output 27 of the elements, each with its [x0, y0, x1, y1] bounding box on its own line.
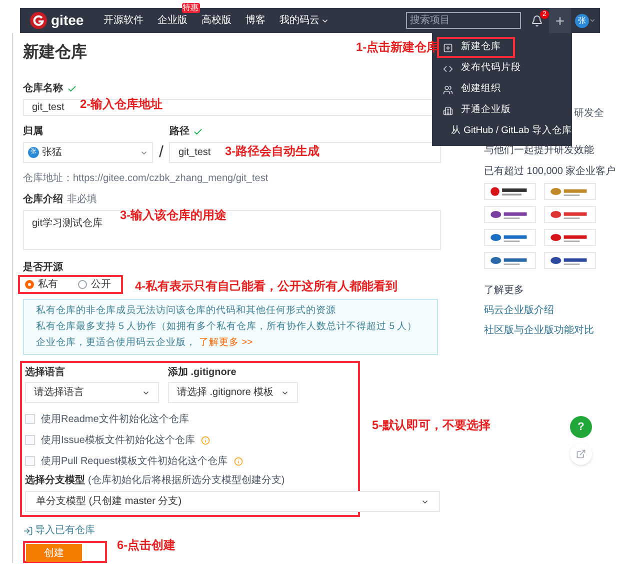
- field-label: 选择分支模型: [25, 474, 85, 488]
- field-label: 添加 .gitignore: [168, 366, 238, 380]
- notice-text: 企业仓库，更适合使用码云企业版， 了解更多 >>: [36, 337, 254, 349]
- field-label: 仓库名称: [23, 81, 63, 96]
- field-label: 路径: [169, 124, 190, 140]
- repository-address: 仓库地址：https://gitee.com/czbk_zhang_meng/git_test: [23, 172, 270, 186]
- annotation-text: 3-路径会自动生成: [225, 143, 320, 160]
- field-hint: (仓库初始化后将根据所选分支模型创建分支): [88, 474, 285, 488]
- annotation-text: 1-点击新建仓库: [356, 39, 439, 56]
- field-label: 是否开源: [23, 260, 64, 275]
- annotation-text: 5-默认即可，不要选择: [372, 417, 491, 434]
- promo-badge: 特惠: [182, 3, 200, 13]
- optional-hint: 非必填: [67, 192, 97, 208]
- path-separator: /: [158, 143, 164, 164]
- annotation-text: 2-输入仓库地址: [80, 96, 163, 113]
- customers-text: 已有超过 100,000 家企业客户: [484, 164, 614, 179]
- field-label: 归属: [23, 124, 44, 140]
- page-title: 新建仓库: [23, 42, 87, 63]
- field-label: 选择语言: [25, 365, 66, 380]
- learn-more-heading: 了解更多: [484, 284, 525, 298]
- cut-text: 研发全: [574, 107, 604, 121]
- notice-text: 私有仓库的非仓库成员无法访问该仓库的代码和其他任何形式的资源: [36, 305, 337, 317]
- notice-text: 私有仓库最多支持 5 人协作（如拥有多个私有仓库，所有协作人数总计不得超过 5 人）: [36, 321, 418, 333]
- field-label: 仓库介绍: [23, 192, 63, 208]
- annotation-text: 3-输入该仓库的用途: [120, 207, 227, 224]
- annotation-text: 4-私有表示只有自己能看，公开这所有人都能看到: [135, 278, 398, 295]
- annotation-text: 6-点击创建: [117, 537, 176, 554]
